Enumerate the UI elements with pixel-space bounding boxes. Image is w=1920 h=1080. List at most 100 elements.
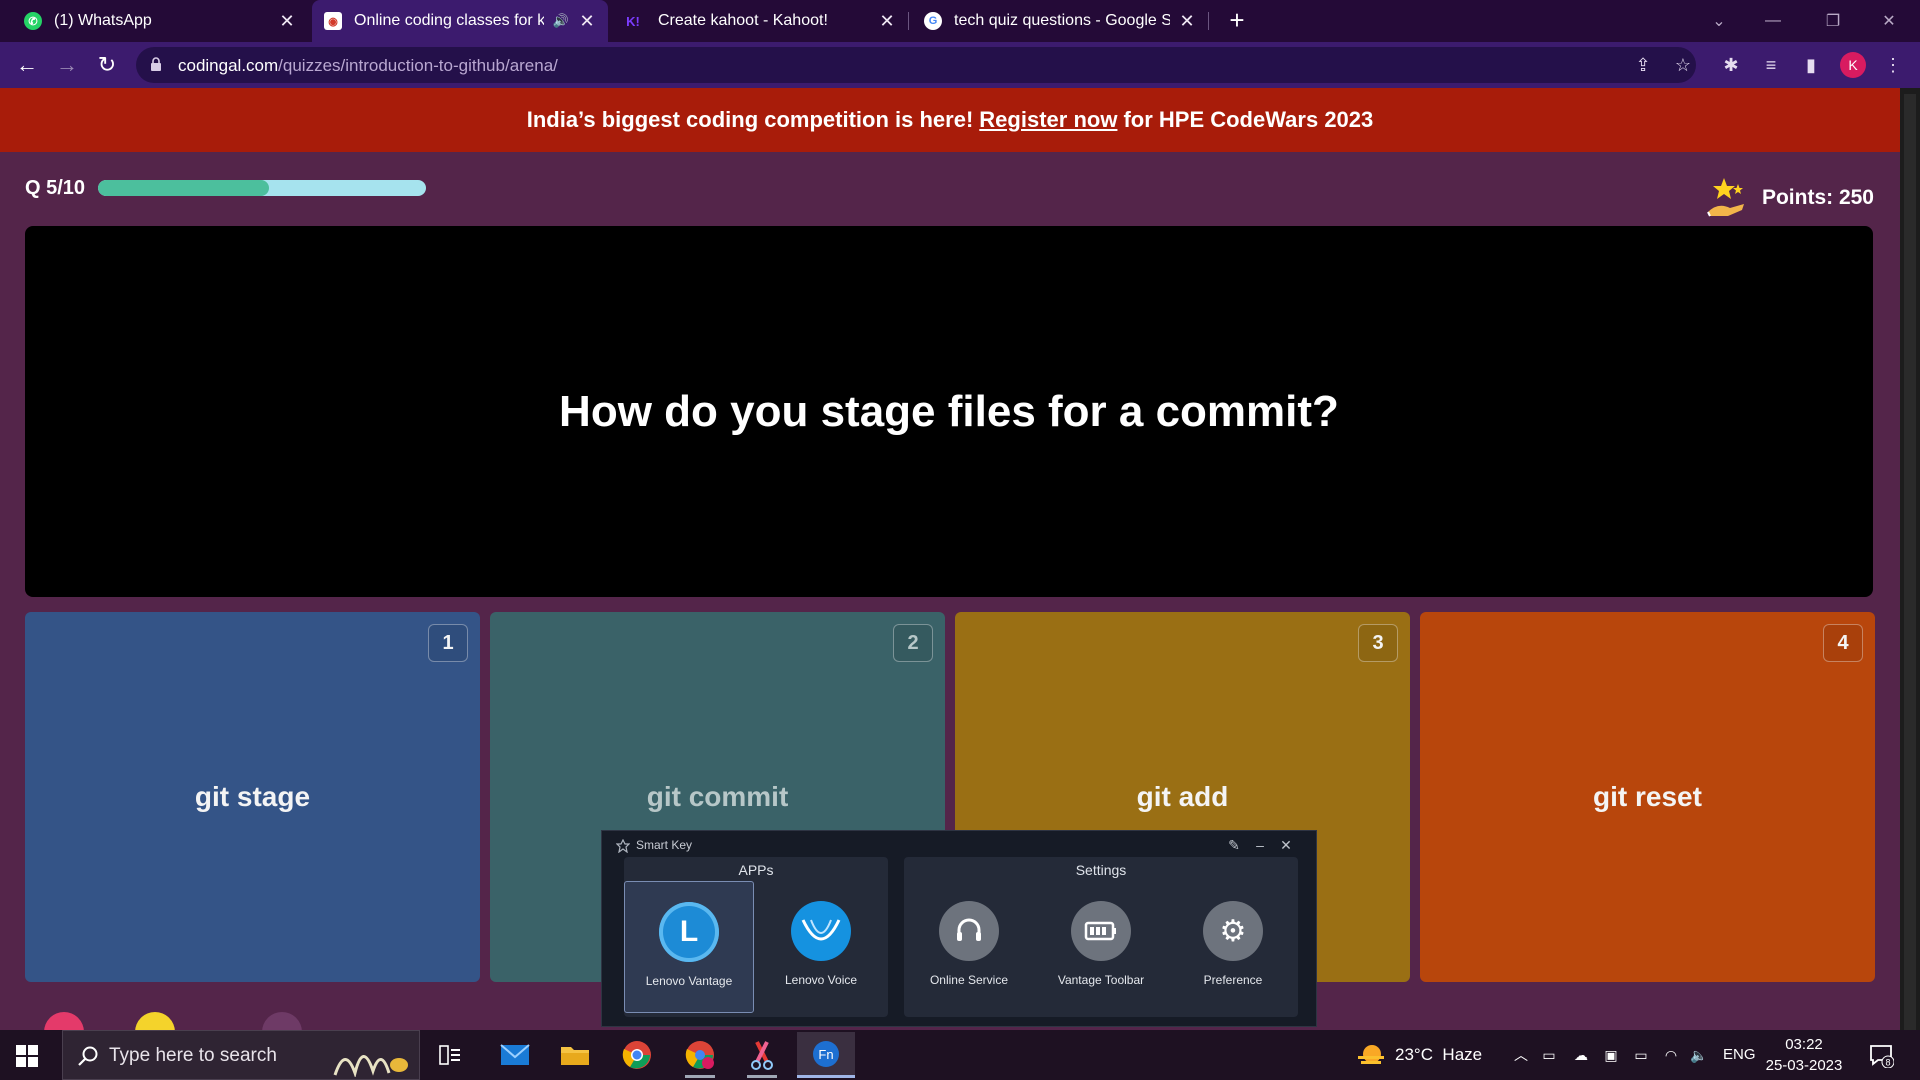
forward-icon[interactable]: →	[52, 50, 82, 80]
side-panel-icon[interactable]: ▮	[1796, 50, 1826, 80]
banner-text-end: for HPE CodeWars 2023	[1123, 107, 1374, 132]
profile-avatar[interactable]: K	[1840, 52, 1866, 78]
media-control-icon[interactable]: ≡	[1756, 50, 1786, 80]
option-number: 3	[1358, 624, 1398, 662]
register-now-link[interactable]: Register now	[979, 107, 1117, 133]
smart-key-window: Smart Key ✎ – ✕ APPs L Lenovo Vantage Le…	[601, 830, 1317, 1027]
vantage-toolbar-item[interactable]: Vantage Toolbar	[1036, 881, 1166, 1013]
close-tab-icon[interactable]: ✕	[278, 11, 296, 32]
answer-option-1[interactable]: 1 git stage	[25, 612, 480, 982]
wifi-icon[interactable]: ◠	[1662, 1046, 1680, 1064]
points-display: Points: 250	[1704, 176, 1874, 220]
answer-option-4[interactable]: 4 git reset	[1420, 612, 1875, 982]
restore-icon[interactable]: ❐	[1810, 0, 1856, 42]
setting-label: Online Service	[929, 973, 1009, 987]
new-tab-button[interactable]: +	[1222, 6, 1252, 36]
question-counter: Q 5/10	[25, 177, 86, 199]
chrome-profile-icon[interactable]	[675, 1032, 725, 1078]
taskbar-search-box[interactable]: Type here to search	[62, 1030, 420, 1080]
mail-app-icon[interactable]	[490, 1032, 540, 1078]
option-number: 2	[893, 624, 933, 662]
whatsapp-icon: ✆	[24, 12, 42, 30]
progress-fill	[98, 180, 269, 196]
address-bar[interactable]: codingal.com/quizzes/introduction-to-git…	[136, 47, 1696, 83]
quiz-progress-bar	[98, 180, 426, 196]
battery-tray-icon[interactable]: ▭	[1632, 1046, 1650, 1064]
search-highlight-illustration-icon	[333, 1055, 408, 1077]
weather-icon	[1358, 1045, 1384, 1064]
url-path: /quizzes/introduction-to-github/arena/	[278, 56, 558, 75]
lenovo-voice-icon	[791, 901, 851, 961]
close-tab-icon[interactable]: ✕	[578, 11, 596, 32]
tab-codingal[interactable]: ◉ Online coding classes for kid 🔊 ✕	[312, 0, 608, 42]
chevron-up-icon[interactable]: ︿	[1512, 1046, 1530, 1064]
url-host: codingal.com	[178, 56, 279, 75]
clock[interactable]: 03:22 25-03-2023	[1756, 1034, 1852, 1076]
online-service-item[interactable]: Online Service	[904, 881, 1034, 1013]
weather-text[interactable]: 23°C Haze	[1395, 1045, 1482, 1065]
codingal-icon: ◉	[324, 12, 342, 30]
tab-google[interactable]: G tech quiz questions - Google Sea ✕	[912, 0, 1208, 42]
notification-center-icon[interactable]: 8	[1868, 1042, 1894, 1068]
extensions-icon[interactable]: ✱	[1716, 50, 1746, 80]
display-icon[interactable]: ▣	[1602, 1046, 1620, 1064]
close-tab-icon[interactable]: ✕	[878, 11, 896, 32]
speaker-icon[interactable]: 🔊	[552, 13, 570, 29]
snipping-tool-icon[interactable]	[737, 1032, 787, 1078]
star-trophy-icon	[1707, 178, 1744, 217]
reload-icon[interactable]: ↻	[92, 50, 122, 80]
lenovo-vantage-app[interactable]: L Lenovo Vantage	[624, 881, 754, 1013]
tab-search-icon[interactable]: ⌄	[1696, 0, 1742, 42]
preference-item[interactable]: ⚙ Preference	[1168, 881, 1298, 1013]
tab-title: tech quiz questions - Google Sea	[954, 12, 1170, 29]
volume-icon[interactable]: 🔈	[1690, 1046, 1708, 1064]
browser-tab-strip: ✆ (1) WhatsApp ✕ ◉ Online coding classes…	[0, 0, 1920, 42]
apps-heading: APPs	[738, 862, 774, 878]
windows-start-icon[interactable]	[16, 1045, 38, 1067]
bookmark-star-icon[interactable]: ☆	[1668, 50, 1698, 80]
language-indicator[interactable]: ENG	[1723, 1046, 1756, 1063]
option-number: 1	[428, 624, 468, 662]
close-window-icon[interactable]: ✕	[1866, 0, 1912, 42]
app-running-indicator	[685, 1075, 715, 1078]
smart-key-logo-icon	[616, 839, 630, 853]
tab-whatsapp[interactable]: ✆ (1) WhatsApp ✕	[12, 0, 308, 42]
question-card: How do you stage files for a commit?	[25, 226, 1873, 597]
setting-label: Vantage Toolbar	[1057, 973, 1145, 987]
option-number: 4	[1823, 624, 1863, 662]
edit-icon[interactable]: ✎	[1222, 834, 1246, 856]
windows-taskbar: Type here to search Fn 23°C Haze ︿ ▭ ☁ ▣…	[0, 1030, 1920, 1080]
banner-text-start: India’s biggest coding competition is he…	[526, 107, 974, 132]
search-placeholder: Type here to search	[109, 1045, 277, 1066]
file-explorer-icon[interactable]	[550, 1032, 600, 1078]
minimize-icon[interactable]: —	[1750, 0, 1796, 42]
meet-now-icon[interactable]: ▭	[1540, 1046, 1558, 1064]
close-tab-icon[interactable]: ✕	[1178, 11, 1196, 32]
lock-icon	[151, 57, 161, 71]
chrome-icon[interactable]	[612, 1032, 662, 1078]
page-scrollbar[interactable]	[1900, 88, 1920, 1054]
close-icon[interactable]: ✕	[1274, 834, 1298, 856]
headset-icon	[939, 901, 999, 961]
google-icon: G	[924, 12, 942, 30]
search-icon	[78, 1046, 98, 1066]
lenovo-vantage-icon: L	[659, 902, 719, 962]
onedrive-icon[interactable]: ☁	[1572, 1046, 1590, 1064]
question-text: How do you stage files for a commit?	[559, 386, 1339, 436]
gear-icon: ⚙	[1203, 901, 1263, 961]
option-text: git commit	[646, 781, 789, 812]
app-label: Lenovo Voice	[784, 973, 858, 987]
minimize-icon[interactable]: –	[1248, 834, 1272, 856]
back-icon[interactable]: ←	[12, 50, 42, 80]
app-label: Lenovo Vantage	[645, 974, 733, 988]
menu-icon[interactable]: ⋮	[1878, 50, 1908, 80]
task-view-icon[interactable]	[425, 1032, 475, 1078]
tab-title: Create kahoot - Kahoot!	[658, 12, 828, 29]
lenovo-voice-app[interactable]: Lenovo Voice	[756, 881, 886, 1013]
share-icon[interactable]: ⇪	[1628, 50, 1658, 80]
time-text: 03:22	[1785, 1036, 1823, 1053]
scrollbar-thumb[interactable]	[1904, 94, 1916, 1054]
tab-kahoot[interactable]: K! Create kahoot - Kahoot! ✕	[612, 0, 908, 42]
app-running-indicator	[747, 1075, 777, 1078]
smart-key-taskbar-icon[interactable]: Fn	[797, 1032, 855, 1078]
